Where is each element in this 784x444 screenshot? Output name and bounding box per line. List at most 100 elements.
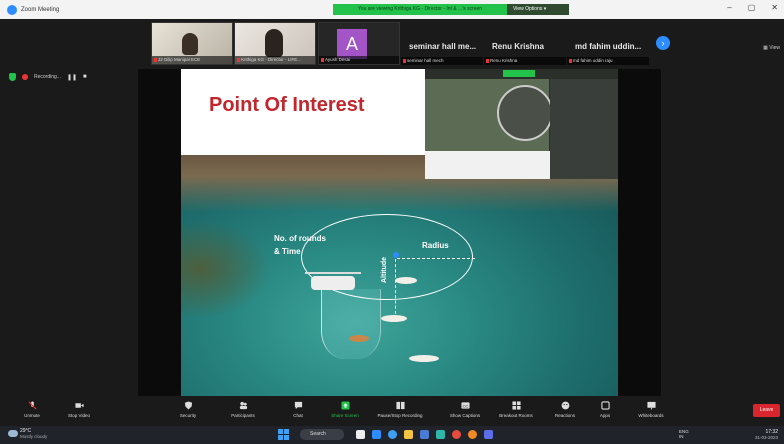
boat	[395, 277, 417, 284]
whiteboards-label: Whiteboards	[638, 413, 664, 418]
view-label: View	[769, 45, 780, 51]
pause-stop-recording-button[interactable]: Pause/Stop Recording	[372, 401, 428, 418]
whiteboard-icon	[646, 401, 656, 410]
security-button[interactable]: Security	[160, 401, 216, 418]
clock-date: 31-03-2023	[754, 435, 778, 440]
folder-icon[interactable]	[404, 430, 413, 439]
record-dot-icon	[22, 74, 28, 80]
time-label: & Time	[274, 247, 301, 256]
participant-name: seminar hall mech	[401, 57, 483, 65]
cc-icon: CC	[460, 402, 470, 409]
avatar: A	[337, 29, 367, 59]
next-participants-button[interactable]: ›	[656, 36, 670, 50]
recording-bar: Recording... ❚❚ ■	[9, 73, 87, 81]
camera-icon	[74, 403, 84, 408]
svg-text:CC: CC	[462, 403, 468, 408]
rounds-label: No. of rounds	[274, 234, 326, 243]
participant-display-name: Renu Krishna	[492, 42, 545, 51]
shared-screen: Point Of Interest No. of rounds & Time R…	[138, 69, 661, 396]
language-label: ENG IN	[679, 429, 689, 439]
reef	[181, 219, 271, 319]
minimize-button[interactable]: –	[727, 3, 731, 12]
zoom-window: Zoom Meeting You are viewing Krithiga KG…	[0, 0, 784, 444]
weather-cloud-icon	[8, 430, 18, 437]
zoom-taskbar-icon[interactable]	[372, 430, 381, 439]
participant-tile[interactable]: A Ayush Desai	[318, 22, 400, 65]
start-button[interactable]	[278, 429, 289, 440]
share-screen-button[interactable]: Share Screen	[317, 401, 373, 418]
participant-tile[interactable]: Renu Krishna Renu Krishna	[484, 22, 566, 65]
grid-icon	[511, 401, 521, 410]
screenshot-status-bar	[503, 70, 535, 77]
participants-label: Participants	[231, 413, 255, 418]
participant-tile[interactable]: seminar hall me... seminar hall mech	[401, 22, 483, 65]
radius-label: Radius	[422, 241, 449, 250]
recording-label: Recording...	[34, 74, 61, 80]
presentation-slide: Point Of Interest No. of rounds & Time R…	[181, 69, 618, 396]
zoom-logo-icon	[7, 4, 17, 15]
screenshot-orbit	[497, 85, 553, 141]
app-title: Zoom Meeting	[21, 6, 60, 13]
participant-name: Renu Krishna	[484, 57, 566, 65]
viewing-message: You are viewing Krithiga KG - Director -…	[333, 4, 507, 15]
people-icon	[239, 401, 247, 410]
teams-icon[interactable]	[484, 430, 493, 439]
chrome-icon[interactable]	[452, 430, 461, 439]
firefox-icon[interactable]	[468, 430, 477, 439]
record-icon	[395, 401, 405, 410]
stop-recording-button[interactable]: ■	[83, 74, 87, 80]
boat	[409, 355, 439, 362]
poi-marker-icon	[393, 252, 399, 258]
close-button[interactable]: ✕	[771, 3, 778, 12]
show-captions-label: Show Captions	[449, 413, 481, 418]
participant-tile[interactable]: Krithiga KG - Director - LIFE...	[234, 22, 316, 65]
mail-icon[interactable]	[436, 430, 445, 439]
participants-button[interactable]: Participants	[215, 401, 271, 418]
microphone-icon	[28, 401, 36, 410]
taskbar-search[interactable]: Search	[300, 429, 344, 440]
edge-icon[interactable]	[388, 430, 397, 439]
language-indicator[interactable]: ENG IN	[679, 429, 689, 439]
store-icon[interactable]	[420, 430, 429, 439]
file-explorer-icon[interactable]	[356, 430, 365, 439]
participant-name: md fahim uddin raju	[567, 57, 649, 65]
maximize-button[interactable]: ▢	[748, 3, 756, 12]
participant-tile[interactable]: md fahim uddin... md fahim uddin raju	[567, 22, 649, 65]
participant-display-name: md fahim uddin...	[575, 42, 642, 51]
pause-stop-recording-label: Pause/Stop Recording	[377, 413, 423, 418]
screen-share-banner: You are viewing Krithiga KG - Director -…	[333, 4, 569, 15]
radius-line	[397, 258, 475, 259]
pause-recording-button[interactable]: ❚❚	[67, 74, 77, 81]
meeting-toolbar: Unmute Stop Video Security Participants …	[0, 398, 784, 426]
view-button[interactable]: ▦ View	[763, 45, 780, 51]
system-clock[interactable]: 17:32 31-03-2023	[755, 429, 778, 440]
security-label: Security	[179, 413, 197, 418]
breakout-rooms-label: Breakout Rooms	[499, 413, 533, 418]
view-options-button[interactable]: View Options ▾	[507, 4, 569, 15]
chat-icon	[294, 401, 302, 410]
slide-title: Point Of Interest	[209, 94, 365, 116]
leave-button[interactable]: Leave	[753, 404, 780, 417]
window-controls: – ▢ ✕	[727, 3, 778, 12]
show-captions-button[interactable]: CC Show Captions	[437, 401, 493, 418]
boat	[381, 315, 407, 322]
screenshot-controls	[425, 151, 550, 179]
altitude-line	[395, 259, 396, 319]
share-screen-label: Share Screen	[331, 413, 359, 418]
weather-widget[interactable]: 29°C Mostly cloudy	[20, 428, 47, 439]
whiteboards-button[interactable]: Whiteboards	[623, 401, 679, 418]
participant-display-name: seminar hall me...	[409, 42, 477, 51]
altitude-label: Altitude	[381, 256, 388, 283]
view-options-label: View Options	[513, 6, 543, 12]
participant-tile[interactable]: J2 Dilip Manipal ECE	[151, 22, 233, 65]
stop-video-label: Stop Video	[68, 413, 90, 418]
weather-condition: Mostly cloudy	[20, 434, 48, 439]
participant-name: Ayush Desai	[319, 56, 399, 64]
stop-video-button[interactable]: Stop Video	[51, 401, 107, 418]
participant-name: J2 Dilip Manipal ECE	[152, 56, 232, 64]
title-bar: Zoom Meeting You are viewing Krithiga KG…	[0, 0, 784, 19]
drone-icon	[305, 272, 361, 290]
participant-name: Krithiga KG - Director - LIFE...	[235, 56, 315, 64]
breakout-rooms-button[interactable]: Breakout Rooms	[488, 401, 544, 418]
shield-icon	[184, 401, 192, 410]
